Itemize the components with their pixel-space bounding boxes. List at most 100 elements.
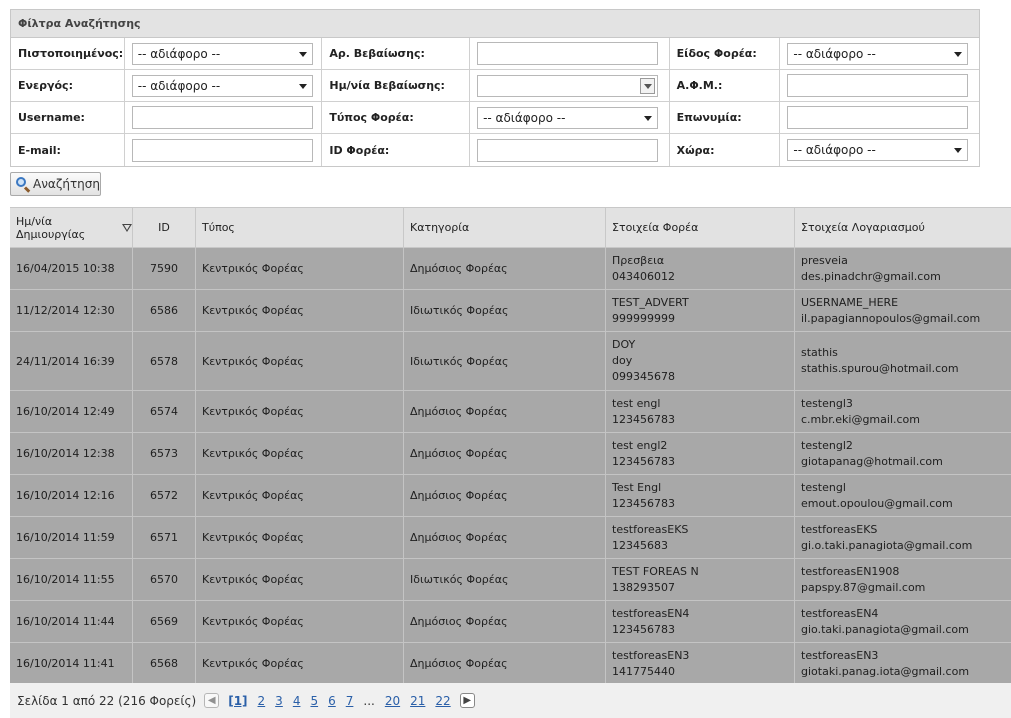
page-link[interactable]: 5 bbox=[310, 694, 318, 708]
col-header-category[interactable]: Κατηγορία bbox=[404, 208, 606, 247]
filter-label: Χώρα: bbox=[670, 134, 781, 166]
next-page-button[interactable]: ▶ bbox=[459, 693, 475, 708]
cell-id: 6569 bbox=[133, 601, 196, 642]
cell-category: Ιδιωτικός Φορέας bbox=[404, 332, 606, 390]
cell-account-info-line: emout.opoulou@gmail.com bbox=[801, 496, 953, 510]
cell-entity-info-line: testforeasEN4 bbox=[612, 606, 690, 620]
dropdown-arrow-icon bbox=[954, 51, 963, 57]
filter-select[interactable]: -- αδιάφορο -- bbox=[131, 42, 313, 65]
filter-value-cell bbox=[470, 70, 670, 101]
col-header-entity-info[interactable]: Στοιχεία Φορέα bbox=[606, 208, 795, 247]
cell-entity-info-line: doy bbox=[612, 354, 633, 367]
cell-type: Κεντρικός Φορέας bbox=[196, 290, 404, 331]
page-link[interactable]: 7 bbox=[346, 694, 354, 708]
filter-value-cell bbox=[470, 134, 670, 166]
cell-account-info: testengl2 giotapanag@hotmail.com bbox=[795, 433, 1011, 474]
date-dropdown-icon[interactable] bbox=[640, 77, 656, 94]
filter-input[interactable] bbox=[477, 42, 659, 65]
cell-account-info-line: gi.o.taki.panagiota@gmail.com bbox=[801, 538, 973, 552]
table-row[interactable]: 16/10/2014 11:59 6571 Κεντρικός Φορέας Δημό… bbox=[10, 517, 1011, 559]
cell-category: Δημόσιος Φορέας bbox=[404, 517, 606, 558]
filter-row: E-mail: ID Φορέα: Χώρα: -- αδιάφορο -- bbox=[11, 134, 979, 166]
page-link[interactable]: 2 bbox=[258, 694, 266, 708]
cell-account-info-line: testforeasEN1908 bbox=[801, 564, 900, 578]
cell-type: Κεντρικός Φορέας bbox=[196, 391, 404, 432]
page-link[interactable]: 4 bbox=[293, 694, 301, 708]
filter-value-cell bbox=[470, 38, 670, 69]
filter-input[interactable] bbox=[131, 138, 313, 162]
page-link[interactable]: 6 bbox=[328, 694, 336, 708]
dropdown-arrow-icon bbox=[644, 115, 653, 121]
page-link[interactable]: 22 bbox=[435, 694, 450, 708]
cell-entity-info-line: 043406012 bbox=[612, 269, 675, 283]
table-row[interactable]: 16/10/2014 11:44 6569 Κεντρικός Φορέας Δημό… bbox=[10, 601, 1011, 643]
cell-account-info: testforeasEN3 giotaki.panag.iota@gmail.co… bbox=[795, 643, 1011, 684]
search-button[interactable]: Αναζήτηση bbox=[10, 172, 101, 196]
cell-id: 6570 bbox=[133, 559, 196, 600]
table-row[interactable]: 16/10/2014 11:41 6568 Κεντρικός Φορέας Δημό… bbox=[10, 643, 1011, 685]
cell-account-info-line: gio.taki.panagiota@gmail.com bbox=[801, 622, 969, 636]
cell-created-date: 11/12/2014 12:30 bbox=[10, 290, 133, 331]
filters-title: Φίλτρα Αναζήτησης bbox=[11, 10, 979, 38]
cell-entity-info-line: test engl2 bbox=[612, 438, 668, 452]
cell-category: Δημόσιος Φορέας bbox=[404, 475, 606, 516]
filter-select[interactable]: -- αδιάφορο -- bbox=[477, 106, 659, 129]
cell-account-info-line: papspy.87@gmail.com bbox=[801, 580, 926, 594]
cell-type: Κεντρικός Φορέας bbox=[196, 433, 404, 474]
filter-label: Ημ/νία Βεβαίωσης: bbox=[322, 70, 471, 101]
table-header: Ημ/νία Δημιουργίας ID Τύπος Κατηγορία Στ… bbox=[10, 207, 1011, 248]
cell-account-info: testengl emout.opoulou@gmail.com bbox=[795, 475, 1011, 516]
cell-type: Κεντρικός Φορέας bbox=[196, 559, 404, 600]
filter-select[interactable]: -- αδιάφορο -- bbox=[787, 139, 969, 161]
table-row[interactable]: 16/10/2014 12:38 6573 Κεντρικός Φορέας Δημό… bbox=[10, 433, 1011, 475]
filter-row: Ενεργός: -- αδιάφορο -- Ημ/νία Βεβαίωσης: Α… bbox=[11, 70, 979, 102]
cell-account-info-line: il.papagiannopoulos@gmail.com bbox=[801, 311, 981, 325]
filter-label: E-mail: bbox=[11, 134, 125, 166]
table-row[interactable]: 16/10/2014 11:55 6570 Κεντρικός Φορέας Ιδιω… bbox=[10, 559, 1011, 601]
table-row[interactable]: 16/04/2015 10:38 7590 Κεντρικός Φορέας Δημό… bbox=[10, 248, 1011, 290]
table-row[interactable]: 11/12/2014 12:30 6586 Κεντρικός Φορέας Ιδιω… bbox=[10, 290, 1011, 332]
filter-select[interactable]: -- αδιάφορο -- bbox=[787, 42, 969, 65]
col-header-type[interactable]: Τύπος bbox=[196, 208, 404, 247]
filter-input[interactable] bbox=[477, 138, 659, 162]
filter-select-value: -- αδιάφορο -- bbox=[483, 110, 566, 125]
filter-date-picker[interactable] bbox=[477, 74, 659, 97]
filter-input[interactable] bbox=[787, 74, 969, 97]
filter-value-cell: -- αδιάφορο -- bbox=[125, 70, 323, 101]
page-link[interactable]: 20 bbox=[385, 694, 400, 708]
cell-entity-info: test engl2 123456783 bbox=[606, 433, 795, 474]
table-row[interactable]: 16/10/2014 12:16 6572 Κεντρικός Φορέας Δημό… bbox=[10, 475, 1011, 517]
filter-select-value: -- αδιάφορο -- bbox=[137, 46, 221, 61]
cell-entity-info-line: 999999999 bbox=[612, 311, 675, 325]
col-header-date[interactable]: Ημ/νία Δημιουργίας bbox=[10, 208, 133, 247]
cell-id: 7590 bbox=[133, 248, 196, 289]
cell-id: 6574 bbox=[133, 391, 196, 432]
table-row[interactable]: 24/11/2014 16:39 6578 Κεντρικός Φορέας Ιδιω… bbox=[10, 332, 1011, 391]
cell-entity-info-line: 099345678 bbox=[612, 370, 675, 383]
cell-account-info: stathis stathis.spurou@hotmail.com bbox=[795, 332, 1011, 390]
page-link[interactable]: 21 bbox=[410, 694, 425, 708]
prev-page-button[interactable]: ◀ bbox=[204, 693, 220, 708]
table-row[interactable]: 16/10/2014 12:49 6574 Κεντρικός Φορέας Δημό… bbox=[10, 391, 1011, 433]
filter-value-cell: -- αδιάφορο -- bbox=[780, 38, 979, 69]
page-link[interactable]: 3 bbox=[275, 694, 283, 708]
filter-select[interactable]: -- αδιάφορο -- bbox=[131, 74, 313, 97]
cell-entity-info-line: 12345683 bbox=[612, 538, 668, 552]
cell-account-info-line: testforeasEN3 bbox=[801, 648, 879, 662]
cell-entity-info-line: testforeasEKS bbox=[612, 522, 689, 536]
cell-account-info: testforeasEN1908 papspy.87@gmail.com bbox=[795, 559, 1011, 600]
col-header-account-info[interactable]: Στοιχεία Λογαριασμού bbox=[795, 208, 1011, 247]
cell-account-info-line: presveia bbox=[801, 253, 848, 267]
filter-input[interactable] bbox=[787, 106, 969, 129]
filter-input[interactable] bbox=[131, 106, 313, 129]
cell-entity-info-line: 138293507 bbox=[612, 580, 675, 594]
cell-account-info-line: giotaki.panag.iota@gmail.com bbox=[801, 664, 970, 678]
filter-label: Τύπος Φορέα: bbox=[322, 102, 471, 133]
cell-created-date: 16/04/2015 10:38 bbox=[10, 248, 133, 289]
filter-label: Πιστοποιημένος: bbox=[11, 38, 125, 69]
cell-created-date: 16/10/2014 11:44 bbox=[10, 601, 133, 642]
cell-account-info: testengl3 c.mbr.eki@gmail.com bbox=[795, 391, 1011, 432]
sort-desc-icon[interactable] bbox=[122, 223, 132, 232]
page-link-current[interactable]: [1] bbox=[228, 694, 247, 708]
col-header-id[interactable]: ID bbox=[133, 208, 196, 247]
